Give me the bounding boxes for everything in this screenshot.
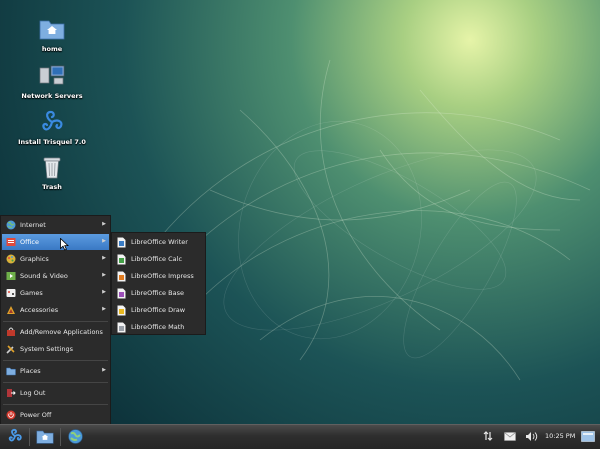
- submenu-arrow-icon: ▶: [102, 367, 106, 373]
- volume-icon: [525, 431, 538, 444]
- home-folder-icon: [38, 15, 66, 43]
- web-browser-icon: [67, 428, 83, 446]
- menu-item-libreoffice-draw[interactable]: LibreOffice Draw: [113, 302, 204, 318]
- menu-item-label: LibreOffice Writer: [131, 238, 188, 246]
- menu-separator: [3, 382, 108, 383]
- menu-item-power-off[interactable]: Power Off: [2, 407, 109, 423]
- menu-item-label: Places: [20, 367, 41, 375]
- menu-separator: [3, 360, 108, 361]
- desktop-icon-home[interactable]: home: [12, 15, 92, 53]
- taskbar-separator: [29, 428, 30, 446]
- impress-icon: [116, 270, 127, 282]
- menu-separator: [3, 404, 108, 405]
- power-icon: [5, 410, 16, 421]
- desktop-icon-label: home: [41, 45, 63, 53]
- office-icon: [5, 237, 16, 248]
- base-icon: [116, 287, 127, 299]
- menu-item-libreoffice-writer[interactable]: LibreOffice Writer: [113, 234, 204, 250]
- menu-item-libreoffice-impress[interactable]: LibreOffice Impress: [113, 268, 204, 284]
- desktop-icon-trash[interactable]: Trash: [12, 153, 92, 191]
- menu-item-graphics[interactable]: Graphics ▶: [2, 251, 109, 267]
- games-icon: [5, 288, 16, 299]
- submenu-arrow-icon: ▶: [102, 289, 106, 295]
- multimedia-icon: [5, 271, 16, 282]
- home-folder-launcher[interactable]: [35, 428, 55, 446]
- mouse-cursor-icon: [60, 237, 70, 253]
- menu-item-label: Internet: [20, 221, 46, 229]
- desktop-icon-install-trisquel[interactable]: Install Trisquel 7.0: [12, 108, 92, 146]
- system-settings-icon: [5, 344, 16, 355]
- menu-item-label: LibreOffice Impress: [131, 272, 194, 280]
- mail-icon: [504, 431, 516, 443]
- menu-item-label: Accessories: [20, 306, 59, 314]
- menu-item-label: Power Off: [20, 411, 52, 419]
- menu-item-system-settings[interactable]: System Settings: [2, 341, 109, 357]
- globe-icon: [5, 220, 16, 231]
- submenu-arrow-icon: ▶: [102, 238, 106, 244]
- logout-icon: [5, 388, 16, 399]
- submenu-arrow-icon: ▶: [102, 272, 106, 278]
- network-transfer-icon: [482, 430, 494, 444]
- draw-icon: [116, 304, 127, 316]
- submenu-arrow-icon: ▶: [102, 306, 106, 312]
- menu-item-accessories[interactable]: Accessories ▶: [2, 302, 109, 318]
- menu-item-add-remove-applications[interactable]: Add/Remove Applications: [2, 324, 109, 340]
- menu-item-games[interactable]: Games ▶: [2, 285, 109, 301]
- menu-item-label: LibreOffice Calc: [131, 255, 183, 263]
- trisquel-menu-icon: [7, 428, 23, 446]
- trisquel-logo-icon: [38, 108, 66, 136]
- desktop-icon-network-servers[interactable]: Network Servers: [12, 62, 92, 100]
- software-center-icon: [5, 327, 16, 338]
- network-servers-icon: [38, 62, 66, 90]
- menu-item-log-out[interactable]: Log Out: [2, 385, 109, 401]
- show-desktop-button[interactable]: [578, 428, 598, 446]
- desktop-icon-label: Network Servers: [21, 92, 83, 100]
- menu-item-label: System Settings: [20, 345, 73, 353]
- menu-item-office[interactable]: Office ▶: [2, 234, 109, 250]
- menu-item-label: Log Out: [20, 389, 46, 397]
- folder-icon: [5, 366, 16, 377]
- menu-item-libreoffice-base[interactable]: LibreOffice Base: [113, 285, 204, 301]
- application-menu: Internet ▶ Office ▶ Graphics ▶ Sound & V…: [0, 215, 111, 425]
- taskbar: 10:25 PM: [0, 424, 600, 449]
- menu-item-libreoffice-calc[interactable]: LibreOffice Calc: [113, 251, 204, 267]
- submenu-arrow-icon: ▶: [102, 221, 106, 227]
- show-desktop-icon: [581, 430, 595, 444]
- network-indicator[interactable]: [478, 428, 498, 446]
- clock[interactable]: 10:25 PM: [545, 432, 575, 440]
- accessories-icon: [5, 305, 16, 316]
- menu-item-label: Office: [20, 238, 39, 246]
- mail-indicator[interactable]: [500, 428, 520, 446]
- menu-item-places[interactable]: Places ▶: [2, 363, 109, 379]
- writer-icon: [116, 236, 127, 248]
- menu-item-label: Sound & Video: [20, 272, 68, 280]
- trash-icon: [38, 153, 66, 181]
- menu-item-label: LibreOffice Draw: [131, 306, 186, 314]
- taskbar-separator: [60, 428, 61, 446]
- menu-item-label: Games: [20, 289, 43, 297]
- desktop-icon-label: Trash: [42, 183, 62, 191]
- menu-item-sound-video[interactable]: Sound & Video ▶: [2, 268, 109, 284]
- graphics-icon: [5, 254, 16, 265]
- math-icon: [116, 321, 127, 333]
- menu-item-label: Add/Remove Applications: [20, 328, 103, 336]
- menu-item-label: Graphics: [20, 255, 49, 263]
- home-folder-icon: [36, 429, 54, 446]
- calc-icon: [116, 253, 127, 265]
- menu-item-label: LibreOffice Math: [131, 323, 185, 331]
- volume-indicator[interactable]: [521, 428, 541, 446]
- office-submenu: LibreOffice Writer LibreOffice Calc Libr…: [111, 232, 206, 335]
- desktop-icon-label: Install Trisquel 7.0: [18, 138, 86, 146]
- web-browser-launcher[interactable]: [65, 428, 85, 446]
- trisquel-menu-button[interactable]: [5, 428, 25, 446]
- menu-separator: [3, 321, 108, 322]
- menu-item-internet[interactable]: Internet ▶: [2, 217, 109, 233]
- menu-item-label: LibreOffice Base: [131, 289, 184, 297]
- menu-item-libreoffice-math[interactable]: LibreOffice Math: [113, 319, 204, 335]
- submenu-arrow-icon: ▶: [102, 255, 106, 261]
